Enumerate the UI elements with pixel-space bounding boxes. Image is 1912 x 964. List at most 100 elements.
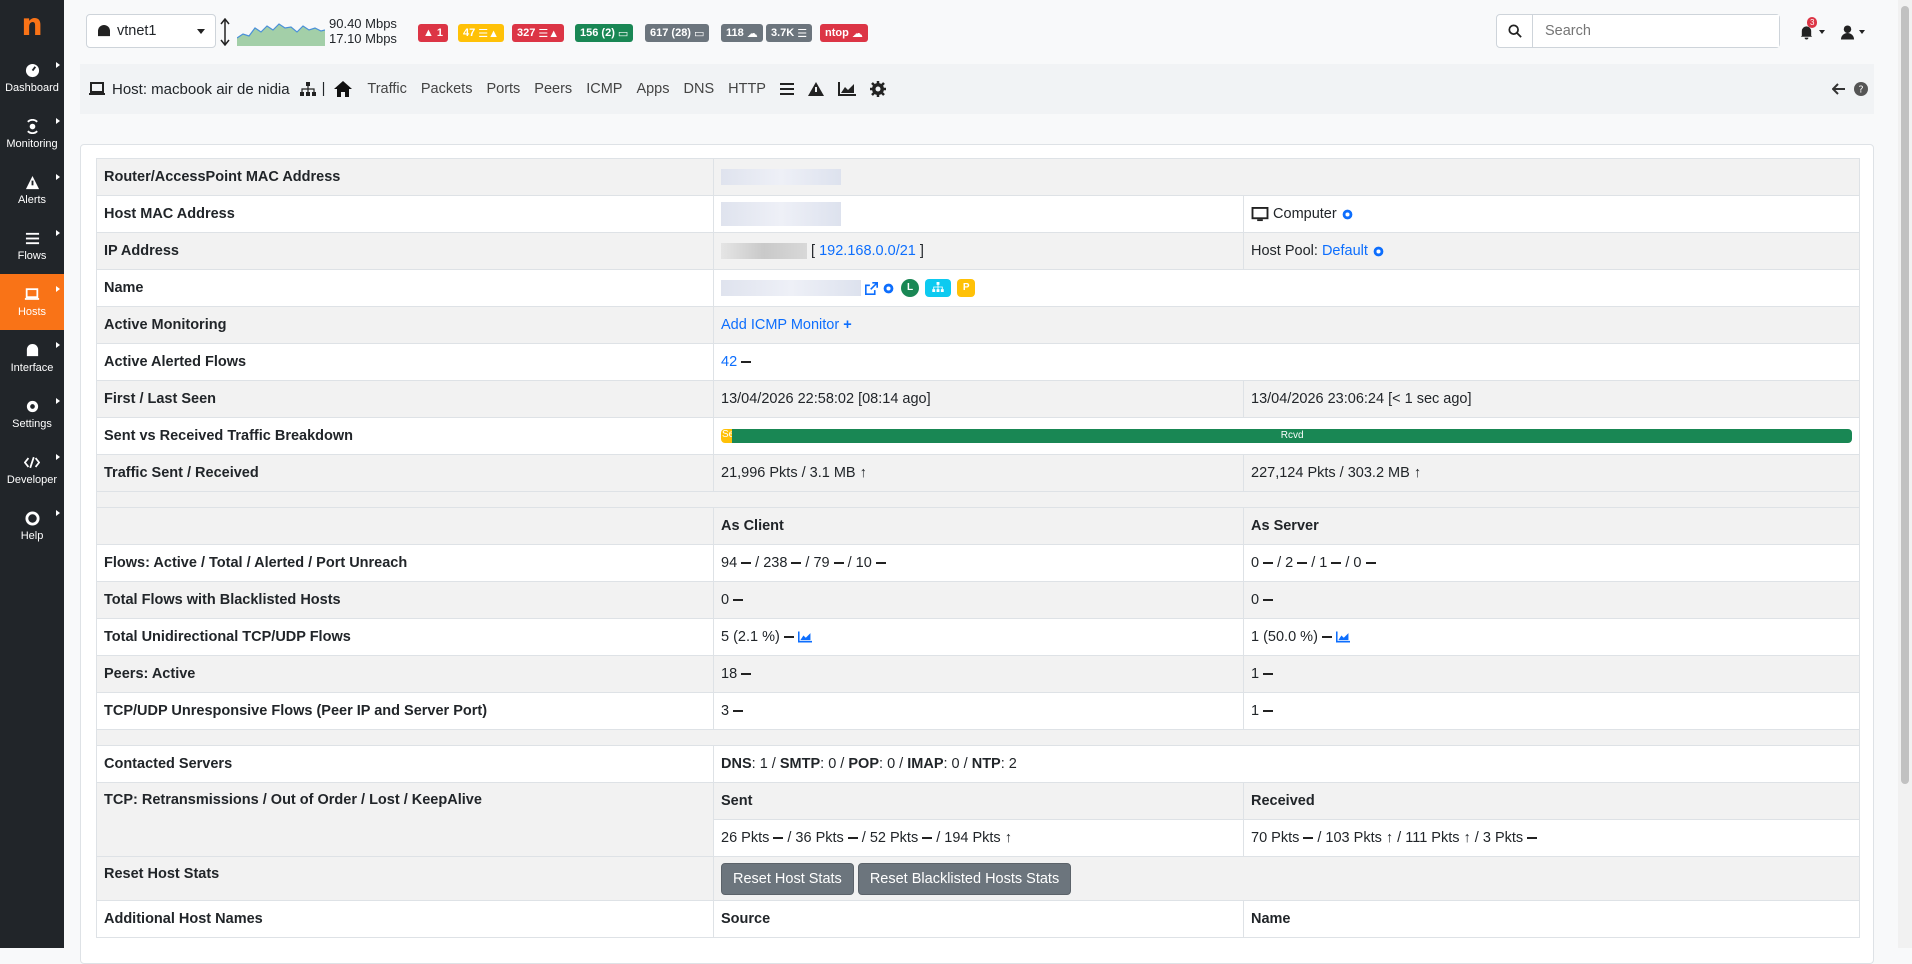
alerted-flows-error-badge[interactable]: 327 ☰▲ <box>512 24 565 42</box>
table-row: Active Monitoring Add ICMP Monitor + <box>96 306 1860 344</box>
reset-blacklisted-hosts-stats-button[interactable]: Reset Blacklisted Hosts Stats <box>857 862 1072 895</box>
notifications-button[interactable]: 3 <box>1799 17 1831 44</box>
ntop-cloud-badge[interactable]: ntop ☁ <box>820 24 868 42</box>
logo-letter: n <box>21 7 43 43</box>
sidebar-item-settings[interactable]: Settings <box>0 386 64 442</box>
sidebar-item-alerts[interactable]: Alerts <box>0 162 64 218</box>
external-link-icon[interactable] <box>865 281 879 295</box>
interface-select[interactable]: vtnet1 <box>86 14 216 48</box>
sidebar-label-developer: Developer <box>6 474 58 486</box>
sidebar-item-flows[interactable]: Flows <box>0 218 64 274</box>
network-map-icon[interactable] <box>299 82 316 96</box>
scrollbar-thumb[interactable] <box>1901 6 1909 784</box>
ntopng-logo[interactable]: n <box>0 0 64 50</box>
help-icon[interactable]: ? <box>1854 82 1868 96</box>
flows-alerted: 1 <box>1319 555 1328 571</box>
table-row: IP Address [ 192.168.0.0/21 ] Host Pool:… <box>96 232 1860 270</box>
keepalive: 3 Pkts <box>1482 830 1524 846</box>
badge-value: 1 <box>436 27 444 39</box>
sidebar-item-monitoring[interactable]: Monitoring <box>0 106 64 162</box>
sidebar-item-dashboard[interactable]: Dashboard <box>0 50 64 106</box>
table-row: Name L P <box>96 269 1860 307</box>
back-arrow-icon[interactable] <box>1832 83 1846 95</box>
badge-value: 617 (28) <box>650 27 691 39</box>
svg-text:?: ? <box>1858 85 1863 96</box>
timeseries-chart-icon[interactable] <box>837 82 856 96</box>
host-mac-value[interactable] <box>713 195 1244 233</box>
badge-value: 156 (2) <box>580 27 615 39</box>
gear-icon[interactable] <box>869 81 886 97</box>
flows-total: 238 <box>763 555 788 571</box>
engaged-alerts-badge[interactable]: ▲ 1 <box>418 24 449 42</box>
as-server-header: As Server <box>1243 507 1860 545</box>
tab-peers[interactable]: Peers <box>534 81 572 97</box>
flows-server-cell: 0/ 2/ 1/ 0 <box>1243 544 1860 582</box>
flows-list-icon[interactable] <box>779 83 794 95</box>
sidebar-item-hosts[interactable]: Hosts <box>0 274 64 330</box>
peers-client-cell: 18 <box>713 655 1244 693</box>
unidirectional-client-cell: 5 (2.1 %) <box>713 618 1244 656</box>
local-hosts-badge[interactable]: 156 (2) ▭ <box>575 24 634 42</box>
tab-dns[interactable]: DNS <box>684 81 715 97</box>
tcp-sent-cell: 26 Pkts/ 36 Pkts/ 52 Pkts/ 194 Pkts ↑ <box>713 819 1244 857</box>
sidebar-item-interface[interactable]: Interface <box>0 330 64 386</box>
tab-http[interactable]: HTTP <box>728 81 766 97</box>
host-navbar: Host: macbook air de nidia | Traffic Pac… <box>80 64 1874 114</box>
proto-name: SMTP <box>779 756 821 772</box>
sidebar-item-developer[interactable]: Developer <box>0 442 64 498</box>
interface-icon <box>98 25 110 37</box>
proto-count: 0 <box>828 756 837 772</box>
tab-apps[interactable]: Apps <box>636 81 669 97</box>
table-row: TCP: Retransmissions / Out of Order / Lo… <box>96 782 1860 857</box>
row-label: TCP: Retransmissions / Out of Order / Lo… <box>96 782 714 857</box>
search-input[interactable] <box>1533 15 1779 47</box>
reset-host-stats-button[interactable]: Reset Host Stats <box>721 862 854 895</box>
gear-icon[interactable] <box>1372 245 1385 258</box>
user-menu-button[interactable] <box>1840 20 1868 44</box>
source-header: Source <box>713 900 1244 938</box>
search-icon <box>1507 24 1522 38</box>
tcp-received-header: Received <box>1243 782 1860 820</box>
router-mac-value[interactable] <box>713 158 1860 196</box>
search-button[interactable] <box>1497 15 1533 47</box>
laptop-icon: ▭ <box>693 27 705 40</box>
sidebar-label-settings: Settings <box>12 418 52 430</box>
traffic-sent-cell: 21,996 Pkts / 3.1 MB ↑ <box>713 454 1244 492</box>
page-scrollbar[interactable] <box>1898 0 1912 948</box>
row-label: Additional Host Names <box>96 900 714 938</box>
flows-alerted: 79 <box>813 555 830 571</box>
private-ip-badge: P <box>957 279 976 297</box>
blacklisted-client-cell: 0 <box>713 581 1244 619</box>
gear-icon[interactable] <box>882 282 895 295</box>
ip-value-cell: [ 192.168.0.0/21 ] <box>713 232 1244 270</box>
redacted-name <box>721 280 861 296</box>
devices-badge[interactable]: 118 ☁ <box>721 24 763 42</box>
tab-traffic[interactable]: Traffic <box>367 81 406 97</box>
flows-count-badge[interactable]: 3.7K ☰ <box>766 24 813 42</box>
network-badge <box>925 279 952 297</box>
area-chart-icon[interactable] <box>797 631 812 643</box>
gear-icon[interactable] <box>1341 208 1354 221</box>
cloud-icon: ☁ <box>851 27 863 40</box>
area-chart-icon[interactable] <box>1335 631 1350 643</box>
alerted-flows-warning-badge[interactable]: 47 ☰▲ <box>458 24 504 42</box>
alerts-icon[interactable] <box>807 82 824 96</box>
proto-count: 2 <box>1008 756 1017 772</box>
alerted-flows-link[interactable]: 42 <box>721 354 737 370</box>
sidebar-item-help[interactable]: Help <box>0 498 64 554</box>
host-pool-link[interactable]: Default <box>1322 243 1368 259</box>
add-icmp-monitor-link[interactable]: Add ICMP Monitor + <box>721 317 852 333</box>
tab-packets[interactable]: Packets <box>421 81 473 97</box>
search-box <box>1496 14 1780 48</box>
traffic-updown-icon <box>220 18 230 46</box>
home-icon[interactable] <box>333 80 353 98</box>
flows-active: 0 <box>1251 555 1260 571</box>
top-navbar: vtnet1 90.40 Mbps 17.10 Mbps ▲ 1 47 ☰▲ 327… <box>64 0 1898 62</box>
tab-ports[interactable]: Ports <box>486 81 520 97</box>
laptop-icon: ▭ <box>617 27 629 40</box>
tab-icmp[interactable]: ICMP <box>586 81 622 97</box>
network-link[interactable]: 192.168.0.0/21 <box>819 243 916 259</box>
remote-hosts-badge[interactable]: 617 (28) ▭ <box>645 24 710 42</box>
row-label: First / Last Seen <box>96 380 714 418</box>
monitoring-icon <box>24 118 40 134</box>
